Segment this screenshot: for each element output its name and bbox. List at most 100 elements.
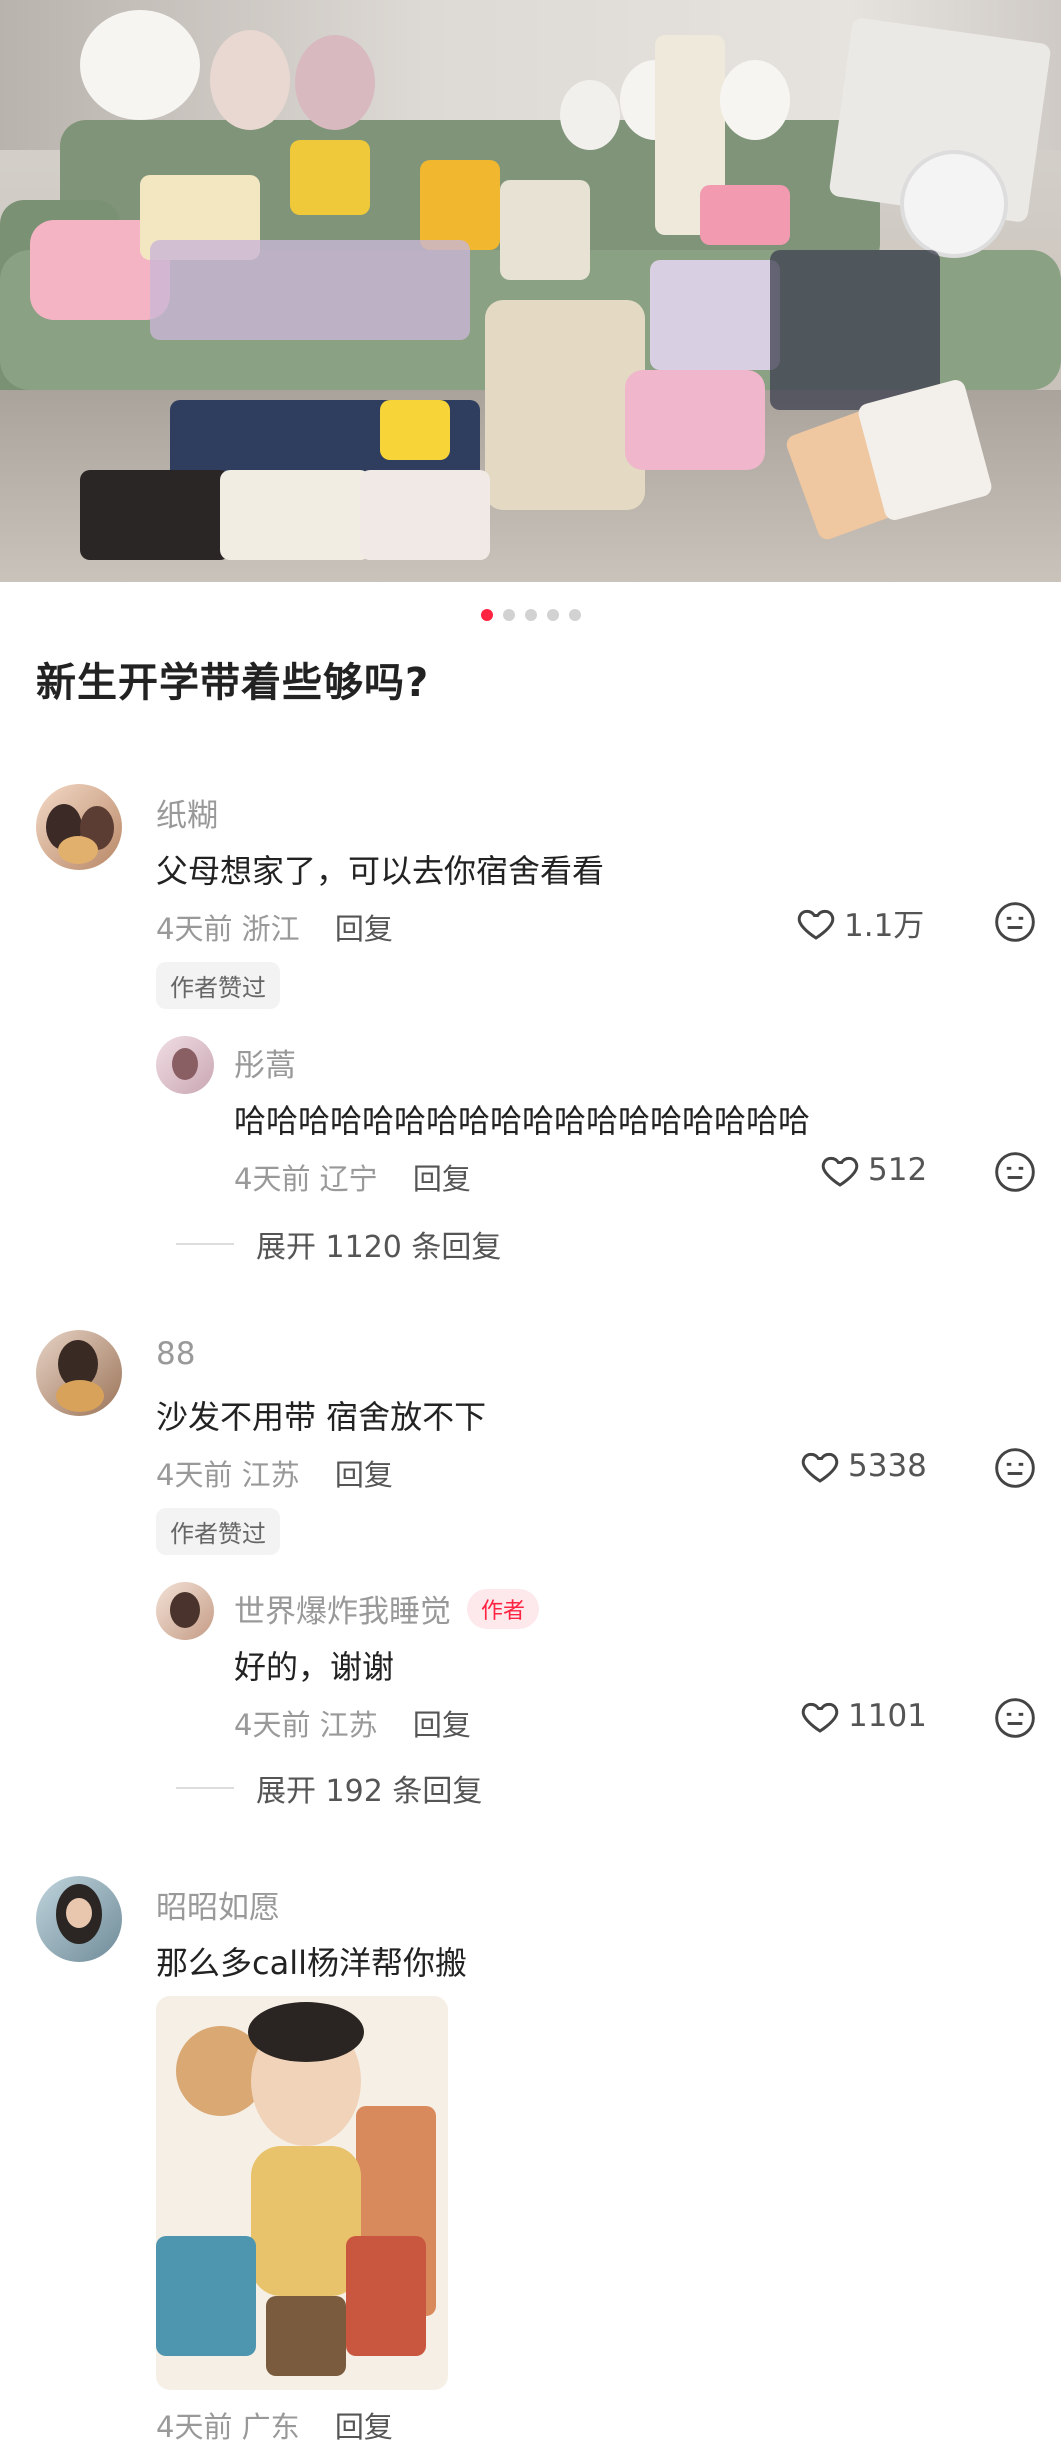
comment-username[interactable]: 昭昭如愿 (156, 1882, 280, 1927)
heart-outline-icon (797, 909, 835, 940)
avatar-figure (66, 1898, 92, 1928)
like-button[interactable]: 512 (820, 1150, 927, 1190)
comment-image[interactable] (156, 1996, 448, 2390)
photo-plush (210, 30, 290, 130)
comment-time: 4天前 (156, 912, 233, 946)
comment-meta: 4天前 浙江 回复 (156, 906, 393, 948)
author-liked-badge: 作者赞过 (156, 962, 280, 1009)
expand-replies-button[interactable]: 展开 192 条回复 (176, 1766, 482, 1810)
photo-shoes (80, 470, 230, 560)
carousel-dot[interactable] (546, 609, 559, 621)
avatar[interactable] (156, 1036, 214, 1094)
comment-username[interactable]: 纸糊 (156, 790, 218, 835)
expand-replies-button[interactable]: 展开 1120 条回复 (176, 1222, 501, 1266)
author-badge: 作者 (467, 1588, 540, 1629)
reply-location: 江苏 (319, 1708, 378, 1742)
reply-button[interactable]: 回复 (335, 2410, 393, 2444)
reply-header: 世界爆炸我睡觉 作者 (234, 1586, 540, 1631)
photo-clothes (770, 250, 940, 410)
photo-pink-case (625, 370, 765, 470)
like-button[interactable]: 1101 (800, 1696, 927, 1736)
like-button[interactable]: 5338 (800, 1446, 927, 1486)
heart-outline-icon (821, 1156, 859, 1187)
divider (176, 1243, 234, 1245)
avatar[interactable] (36, 784, 122, 870)
image-hair (248, 2002, 364, 2062)
photo-plush (80, 10, 200, 120)
like-count: 5338 (848, 1448, 927, 1484)
reply-username[interactable]: 彤蒿 (234, 1040, 296, 1085)
photo-plush (295, 35, 375, 130)
photo-shoes (360, 470, 490, 560)
image-suitcase (156, 2236, 256, 2356)
image-body (251, 2146, 361, 2296)
photo-items (150, 240, 470, 340)
reply-time: 4天前 (234, 1162, 311, 1196)
carousel-indicator (0, 606, 1061, 621)
comment-text: 父母想家了，可以去你宿舍看看 (156, 852, 605, 890)
reply-meta: 4天前 辽宁 回复 (234, 1156, 471, 1198)
photo-slippers (380, 400, 450, 460)
reply-button[interactable]: 回复 (413, 1708, 471, 1742)
reply-button[interactable]: 回复 (335, 1458, 393, 1492)
author-liked-badge: 作者赞过 (156, 1508, 280, 1555)
neutral-face-icon (995, 1698, 1035, 1738)
avatar-figure (172, 1048, 198, 1080)
post-title: 新生开学带着些够吗? (36, 660, 430, 706)
expand-replies-label: 展开 192 条回复 (256, 1774, 483, 1809)
carousel-dot[interactable] (480, 609, 493, 621)
photo-plush (560, 80, 620, 150)
photo-fan (900, 150, 1008, 258)
neutral-face-icon (995, 1152, 1035, 1192)
comment-time: 4天前 (156, 2410, 233, 2444)
image-legs (266, 2296, 346, 2376)
reply-button[interactable]: 回复 (413, 1162, 471, 1196)
reply-text: 好的，谢谢 (234, 1648, 395, 1686)
avatar-figure (56, 1380, 104, 1412)
avatar[interactable] (36, 1876, 122, 1962)
like-count: 512 (868, 1152, 928, 1188)
heart-outline-icon (801, 1452, 839, 1483)
carousel-dot[interactable] (524, 609, 537, 621)
comment-location: 广东 (241, 2410, 300, 2444)
avatar-figure (58, 836, 98, 864)
photo-backpack (650, 260, 780, 370)
reply-username[interactable]: 世界爆炸我睡觉 (234, 1586, 451, 1631)
comment-text: 沙发不用带 宿舍放不下 (156, 1398, 487, 1436)
reply-button[interactable]: 回复 (335, 912, 393, 946)
comment-text: 那么多call杨洋帮你搬 (156, 1944, 467, 1982)
reply-text: 哈哈哈哈哈哈哈哈哈哈哈哈哈哈哈哈哈哈 (234, 1102, 811, 1140)
reply-location: 辽宁 (319, 1162, 378, 1196)
heart-outline-icon (801, 1702, 839, 1733)
expand-replies-label: 展开 1120 条回复 (256, 1230, 502, 1265)
neutral-face-icon (995, 1448, 1035, 1488)
like-count: 1.1万 (844, 908, 925, 944)
photo-backpack (500, 180, 590, 280)
photo-shoes (220, 470, 370, 560)
like-count: 1101 (848, 1698, 927, 1734)
comment-time: 4天前 (156, 1458, 233, 1492)
emoji-react-button[interactable] (993, 900, 1037, 948)
photo-suitcase (485, 300, 645, 510)
photo-plush (720, 60, 790, 140)
reply-meta: 4天前 江苏 回复 (234, 1702, 471, 1744)
comment-location: 浙江 (241, 912, 300, 946)
avatar-figure (170, 1592, 200, 1628)
carousel-dot[interactable] (568, 609, 581, 621)
emoji-react-button[interactable] (993, 1696, 1037, 1744)
emoji-react-button[interactable] (993, 1446, 1037, 1494)
photo-box (700, 185, 790, 245)
comment-meta: 4天前 江苏 回复 (156, 1452, 393, 1494)
reply-time: 4天前 (234, 1708, 311, 1742)
post-image-carousel[interactable] (0, 0, 1061, 582)
divider (176, 1787, 234, 1789)
avatar[interactable] (156, 1582, 214, 1640)
comment-location: 江苏 (241, 1458, 300, 1492)
photo-backpack (420, 160, 500, 250)
like-button[interactable]: 1.1万 (796, 900, 924, 945)
carousel-dot[interactable] (502, 609, 515, 621)
avatar[interactable] (36, 1330, 122, 1416)
emoji-react-button[interactable] (993, 1150, 1037, 1198)
comment-username[interactable]: 88 (156, 1336, 195, 1372)
neutral-face-icon (995, 902, 1035, 942)
